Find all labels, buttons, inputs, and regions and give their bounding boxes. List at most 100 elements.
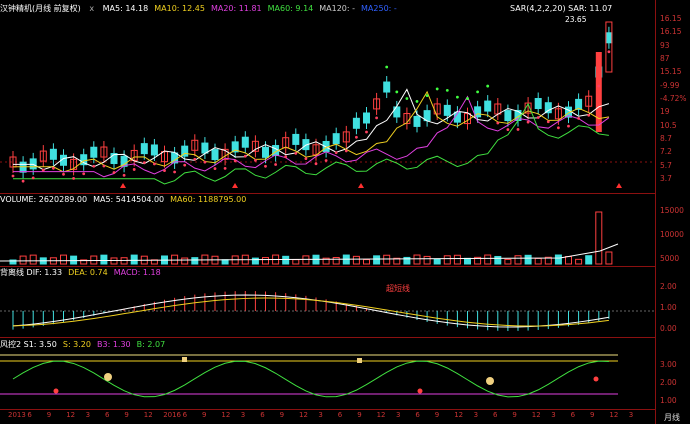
sar-dot xyxy=(213,167,217,170)
sar-dot xyxy=(435,87,439,91)
date-tick-1: 6 xyxy=(27,411,32,419)
volume-bar xyxy=(282,255,290,265)
date-tick-22: 9 xyxy=(434,411,440,419)
risk-header: 风控2 S1: 3.50 S: 3.20 B3: 1.30 B: 2.07 xyxy=(0,340,171,350)
sar-dot xyxy=(173,170,177,174)
date-tick-4: 3 xyxy=(85,411,91,419)
volume-label-1: MA5: 5414504.00 xyxy=(93,195,165,204)
sar-dot xyxy=(344,149,348,153)
volume-bar xyxy=(514,255,522,265)
volume-bar xyxy=(484,254,492,265)
candle-body xyxy=(544,102,552,114)
sar-dot xyxy=(405,97,409,100)
volume-axis-tick-0: 15000 xyxy=(660,206,684,215)
date-tick-0: 2013 xyxy=(8,411,26,419)
price-axis-tick-12: 3.7 xyxy=(660,174,672,183)
date-tick-23: 12 xyxy=(454,411,464,419)
sar-dot xyxy=(82,172,86,176)
date-tick-10: 9 xyxy=(202,411,207,419)
sar-dot xyxy=(112,171,116,174)
risk-axis-tick-1: 2.00 xyxy=(660,378,677,387)
sar-dot xyxy=(385,65,389,69)
volume-bar xyxy=(19,255,27,265)
sar-dot xyxy=(415,100,419,103)
sar-dot xyxy=(567,124,570,128)
date-tick-12: 3 xyxy=(240,411,246,419)
macd-label-2: MACD: 1.18 xyxy=(113,268,161,277)
sar-dot xyxy=(304,157,308,161)
volume-chart[interactable] xyxy=(0,206,655,266)
price-axis-tick-5: -9.99 xyxy=(660,80,680,90)
date-axis: 2013 6 9 12 3 6 9 12 2016 6 9 12 3 6 9 12 3 6 9 12 3 6 9 12 3 6 9 1… xyxy=(0,411,655,423)
date-tick-29: 6 xyxy=(570,411,576,419)
volume-bar xyxy=(181,257,189,265)
macd-label-1: DEA: 0.74 xyxy=(68,268,108,277)
volume-bar xyxy=(565,256,572,265)
date-tick-3: 12 xyxy=(66,411,76,419)
high-price-marker: 23.65 xyxy=(565,15,587,24)
volume-bar xyxy=(554,254,562,265)
candle-body xyxy=(150,144,158,156)
volume-bar xyxy=(534,257,542,265)
risk-axis-tick-0: 3.00 xyxy=(660,360,677,369)
sar-dot xyxy=(324,159,328,162)
date-tick-2: 9 xyxy=(46,411,52,419)
buy-marker-1 xyxy=(232,183,238,188)
volume-bar xyxy=(383,254,391,265)
macd-axis-tick-1: 1.00 xyxy=(660,303,677,312)
sar-dot xyxy=(233,159,237,163)
sar-dot xyxy=(486,84,490,88)
sar-dot xyxy=(425,94,429,98)
date-tick-13: 6 xyxy=(260,411,265,419)
top-marker-0 xyxy=(182,357,187,362)
price-chart[interactable] xyxy=(0,12,655,192)
candle-body xyxy=(534,98,542,110)
bottom-marker-2 xyxy=(593,376,599,382)
candle-body xyxy=(504,110,512,122)
sar-dot xyxy=(183,163,187,167)
buy-marker-0 xyxy=(120,183,126,188)
macd-header: 背离线 DIF: 1.33 DEA: 0.74 MACD: 1.18 xyxy=(0,268,167,278)
volume-label-2: MA60: 1188795.00 xyxy=(170,195,247,204)
volume-bar xyxy=(504,258,512,265)
date-tick-18: 9 xyxy=(357,411,362,419)
sar-dot xyxy=(203,160,207,164)
volume-bar xyxy=(524,254,532,265)
price-axis-tick-10: 7.2 xyxy=(660,147,672,157)
date-tick-9: 6 xyxy=(182,411,188,419)
bottom-marker-1 xyxy=(417,388,423,394)
risk-label-1: S: 3.20 xyxy=(62,340,91,349)
candle-spike xyxy=(595,52,602,132)
volume-bar xyxy=(302,255,310,265)
volume-bar xyxy=(221,259,229,265)
candle-body xyxy=(90,146,98,158)
candle-body xyxy=(262,146,269,158)
volume-header: VOLUME: 2620289.00 MA5: 5414504.00 MA60: 1… xyxy=(0,195,252,205)
date-tick-5: 6 xyxy=(105,411,110,419)
macd-chart[interactable] xyxy=(0,279,655,337)
sar-dot xyxy=(587,113,591,117)
volume-bar xyxy=(453,254,461,265)
candle-body xyxy=(484,100,492,112)
candle-body xyxy=(201,142,209,154)
volume-bar xyxy=(595,211,603,265)
volume-bar xyxy=(464,257,471,265)
sar-dot xyxy=(62,172,65,176)
candle-body xyxy=(49,148,57,160)
period-label[interactable]: 月线 xyxy=(664,412,680,423)
risk-label-2: B3: 1.30 xyxy=(97,340,131,349)
price-axis-tick-3: 87 xyxy=(660,54,670,63)
date-tick-6: 9 xyxy=(124,411,129,419)
sar-dot xyxy=(72,176,75,180)
sar-dot xyxy=(395,90,399,94)
volume-bar xyxy=(332,256,340,265)
risk-chart[interactable] xyxy=(0,351,655,409)
sar-dot xyxy=(223,166,227,170)
volume-bar xyxy=(292,259,300,265)
sar-dot xyxy=(334,151,338,155)
sar-dot xyxy=(243,154,247,158)
candle-body xyxy=(413,115,421,127)
volume-bar xyxy=(605,251,613,265)
risk-axis-tick-2: 1.00 xyxy=(660,396,677,405)
buy-marker-3 xyxy=(616,183,622,188)
